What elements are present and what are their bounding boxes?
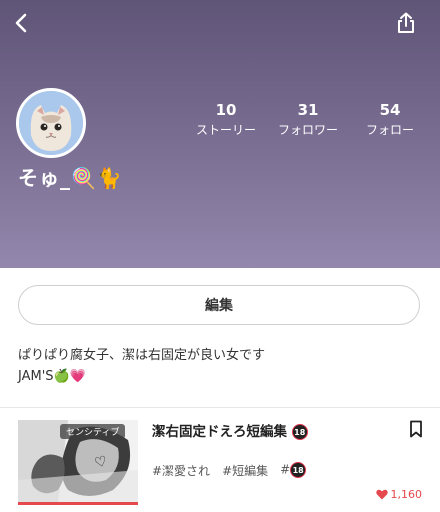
- bio-line-1: ぱりぱり腐女子、潔は右固定が良い女です: [18, 348, 266, 363]
- stat-stories[interactable]: 10 ストーリー: [186, 101, 266, 139]
- tag-text: #: [280, 462, 291, 477]
- share-icon: [398, 12, 414, 33]
- bookmark-icon: [410, 420, 422, 438]
- avatar[interactable]: [16, 88, 86, 158]
- tag[interactable]: #18: [280, 462, 307, 479]
- bookmark-button[interactable]: [408, 420, 424, 438]
- chevron-left-icon: [15, 13, 27, 33]
- stat-followers-count: 31: [297, 101, 319, 119]
- story-thumbnail[interactable]: ♡ センシティブ: [18, 420, 138, 505]
- bio: ぱりぱり腐女子、潔は右固定が良い女です JAM'S🍏💗: [18, 345, 265, 387]
- story-title-text: 潔右固定ドえろ短編集: [152, 424, 287, 440]
- username: そゅ_🍭🐈: [18, 166, 123, 190]
- likes-value: 1,160: [390, 488, 423, 501]
- story-tags: #潔愛され #短編集 #18: [152, 462, 307, 479]
- edit-profile-button[interactable]: 編集: [18, 285, 420, 325]
- stat-followers-label: フォロワー: [277, 123, 338, 137]
- bio-line-2: JAM'S🍏💗: [18, 369, 86, 384]
- divider: [0, 407, 440, 408]
- back-button[interactable]: [8, 9, 36, 37]
- r18-badge: 18: [290, 462, 307, 478]
- likes-count: 1,160: [375, 488, 423, 501]
- profile-header: 10 ストーリー 31 フォロワー 54 フォロー そゅ_🍭🐈: [0, 0, 440, 268]
- stat-stories-label: ストーリー: [195, 123, 256, 137]
- share-button[interactable]: [392, 9, 420, 37]
- story-title[interactable]: 潔右固定ドえろ短編集 18: [152, 420, 308, 440]
- stat-stories-count: 10: [215, 101, 237, 119]
- stat-following-count: 54: [379, 101, 401, 119]
- heart-icon: [375, 489, 388, 500]
- tag[interactable]: #潔愛され: [152, 462, 210, 479]
- tag[interactable]: #短編集: [222, 462, 268, 479]
- stat-following[interactable]: 54 フォロー: [350, 101, 430, 139]
- stat-following-label: フォロー: [365, 123, 414, 137]
- stat-followers[interactable]: 31 フォロワー: [268, 101, 348, 139]
- r18-badge: 18: [291, 424, 308, 440]
- cat-avatar-icon: [19, 91, 83, 155]
- sensitive-badge: センシティブ: [60, 424, 126, 439]
